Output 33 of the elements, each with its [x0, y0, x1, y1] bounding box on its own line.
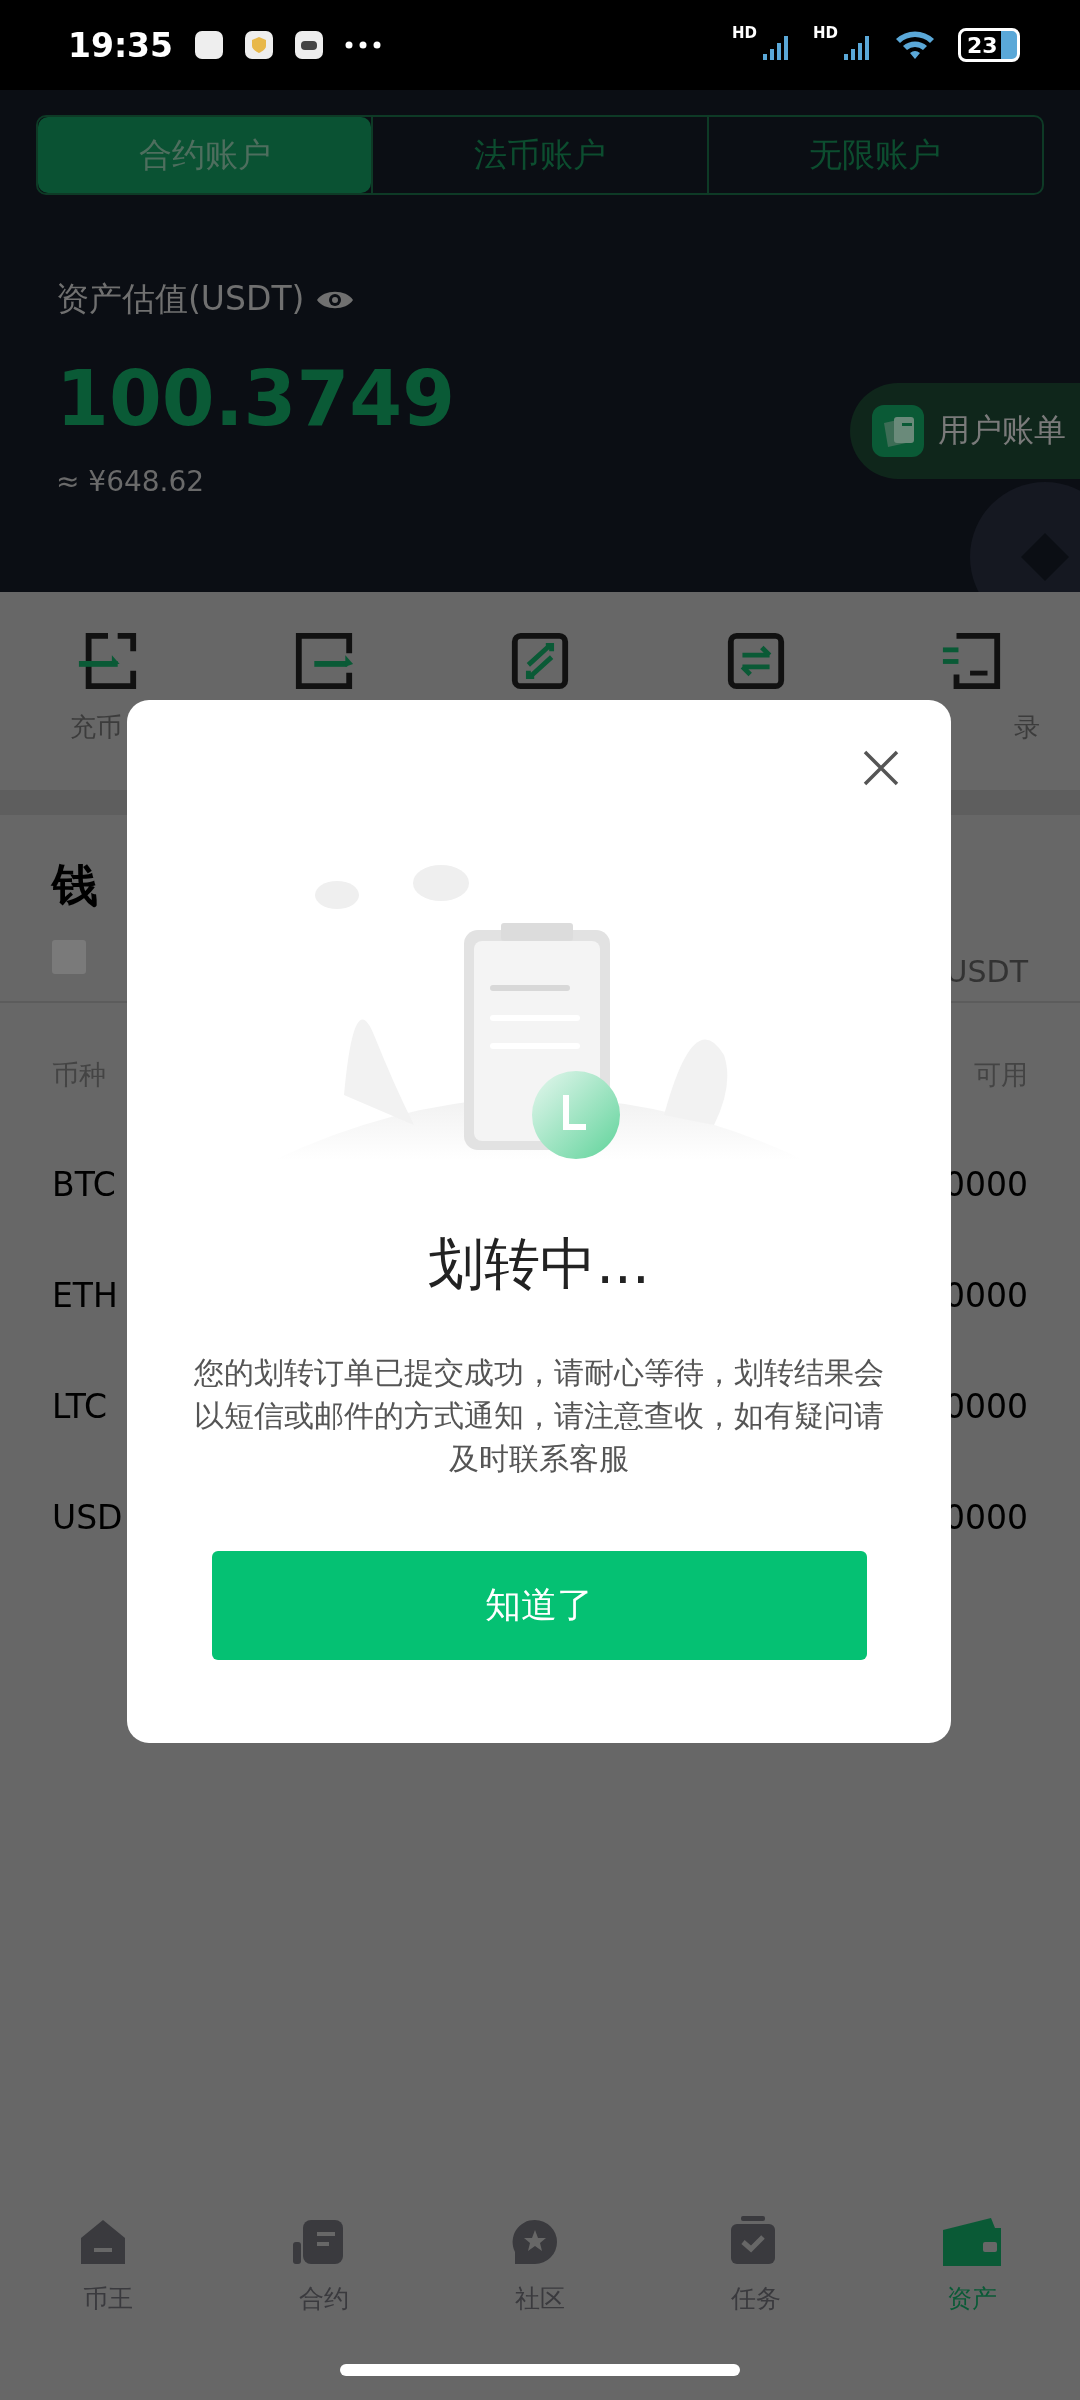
account-tab[interactable]: 合约账户 — [38, 117, 372, 193]
coin-name: BTC — [52, 1165, 116, 1204]
user-bill-button[interactable]: 用户账单 — [850, 383, 1080, 479]
close-icon — [861, 748, 901, 788]
wallet-title: 钱 — [52, 857, 98, 914]
asset-value: 100.3749 — [56, 354, 456, 443]
network-type-label: HD — [813, 24, 838, 42]
fiat-value: ≈ ¥648.62 — [56, 465, 205, 498]
record-icon[interactable] — [941, 630, 1003, 692]
app-notification-icon — [195, 31, 224, 59]
convert-icon[interactable] — [509, 630, 571, 692]
got-it-button[interactable]: 知道了 — [211, 1551, 867, 1660]
wallet-cards-icon — [872, 405, 924, 457]
coin-name: USD — [52, 1498, 123, 1537]
asset-value-label: 资产估值(USDT) — [56, 278, 305, 320]
dialog-title: 划转中... — [428, 1230, 650, 1298]
more-dots-icon — [345, 41, 382, 49]
wifi-icon — [894, 29, 936, 61]
account-tab[interactable]: 无限账户 — [706, 117, 1042, 193]
nav-tab[interactable]: 资产 — [864, 2215, 1080, 2316]
status-time: 19:35 — [68, 25, 174, 65]
dialog-message: 您的划转订单已提交成功，请耐心等待，划转结果会以短信或邮件的方式通知，请注意查收，如有疑问请及时联系客服 — [193, 1354, 885, 1478]
coin-name: ETH — [52, 1276, 118, 1315]
close-button[interactable] — [861, 748, 901, 788]
assets-icon — [941, 2216, 1003, 2268]
account-tab[interactable]: 法币账户 — [371, 117, 707, 193]
shield-notification-icon — [245, 31, 274, 59]
deposit-icon[interactable] — [77, 630, 139, 692]
transfer-icon[interactable] — [725, 630, 787, 692]
coin-name: LTC — [52, 1387, 108, 1426]
network-type-label: HD — [731, 24, 757, 42]
battery-indicator: 23 — [958, 28, 1020, 62]
withdraw-icon[interactable] — [293, 630, 355, 692]
